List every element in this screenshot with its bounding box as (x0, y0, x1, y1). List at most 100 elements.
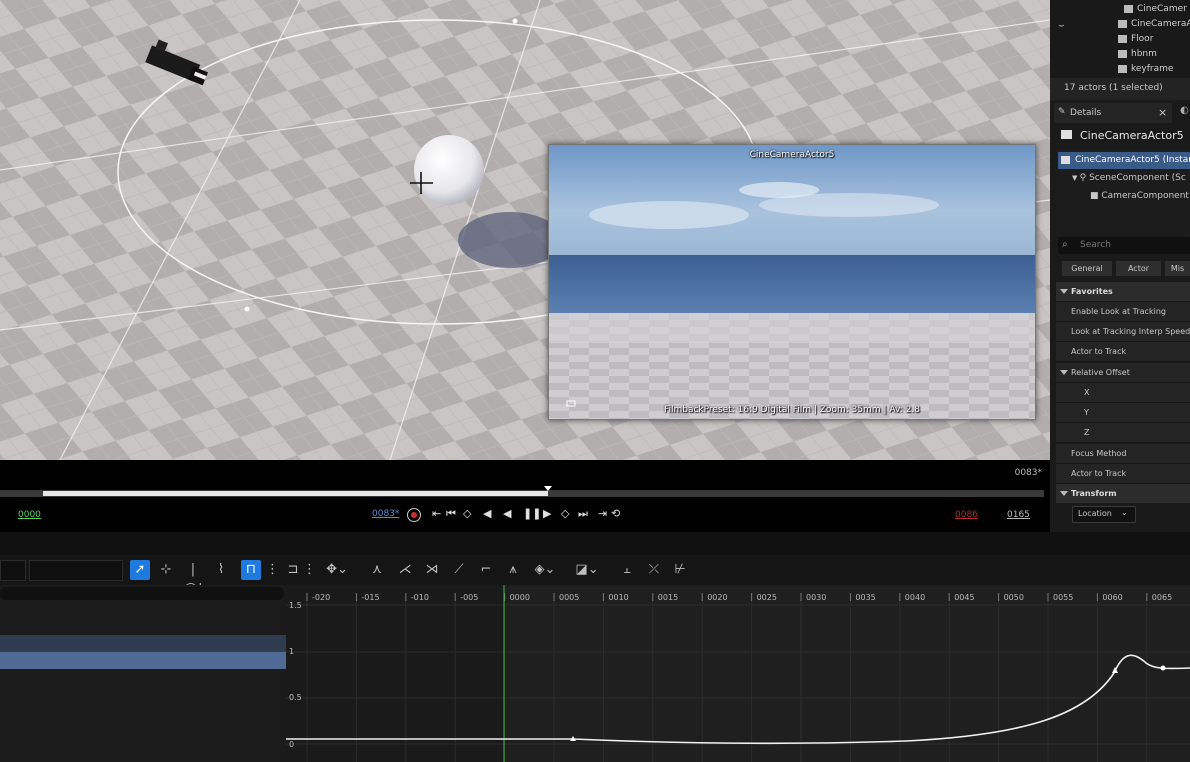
globe-icon[interactable]: ◐ (1180, 105, 1190, 119)
property-row-x[interactable]: X (1056, 383, 1190, 403)
curve-filter-dropdown-icon[interactable]: ◈⌄ (530, 560, 560, 580)
filter-tab-misc[interactable]: Mis (1165, 261, 1190, 276)
outliner-item-label: keyframe (1131, 64, 1174, 74)
outliner-item[interactable]: CineCameraA (1118, 19, 1190, 29)
key-reduce-icon[interactable]: ⊬ (670, 560, 690, 580)
x-tick-label: -010 (411, 593, 429, 602)
pause-button[interactable]: ❚❚ (523, 507, 541, 521)
property-label: Relative Offset (1071, 368, 1130, 377)
step-back-button[interactable]: ◀︎ (483, 507, 491, 521)
category-favorites[interactable]: Favorites (1056, 282, 1190, 301)
property-row-relative-offset[interactable]: Relative Offset (1056, 363, 1190, 383)
property-row[interactable]: Focus Method (1056, 444, 1190, 464)
property-row[interactable]: Look at Tracking Interp Speed (1056, 322, 1190, 342)
jump-to-start-button[interactable]: ⇤ (432, 507, 441, 521)
tangent-break-icon[interactable]: ⋊ (422, 560, 442, 580)
component-row-selected[interactable]: CineCameraActor5 (Instar (1058, 152, 1190, 169)
tangent-auto-icon[interactable]: ⋏ (367, 560, 387, 580)
jump-next-key-button[interactable]: ⏭ (578, 507, 588, 521)
prev-key-button[interactable]: ◇ (463, 507, 471, 521)
property-row[interactable]: Actor to Track (1056, 342, 1190, 362)
outliner-item[interactable]: Floor (1118, 34, 1153, 44)
toolbar-combo[interactable] (29, 560, 123, 581)
select-tool-icon[interactable]: ➚ (130, 560, 150, 580)
close-tab-button[interactable]: × (1158, 106, 1167, 119)
toolbar-field[interactable] (0, 560, 26, 581)
next-key-button[interactable]: ◇ (561, 507, 569, 521)
scrub-bar[interactable] (0, 486, 1044, 497)
frame-selection-icon[interactable]: ⊐ (283, 560, 303, 580)
cube-icon (1118, 64, 1127, 73)
tree-row[interactable] (0, 635, 286, 652)
curve-visibility-dropdown-icon[interactable]: ◪⌄ (572, 560, 602, 580)
camera-icon (1124, 4, 1133, 13)
tangent-constant-icon[interactable]: ⌐ (476, 560, 496, 580)
panel-gap-right (1050, 532, 1190, 555)
x-tick-label: -005 (460, 593, 478, 602)
filter-tab-actor[interactable]: Actor (1116, 261, 1161, 276)
tree-search-bar[interactable] (0, 587, 284, 600)
actor-name: CineCameraActor5 (1080, 129, 1184, 142)
x-tick-label: -020 (312, 593, 330, 602)
component-row[interactable]: ■ CameraComponent (1090, 191, 1189, 201)
level-viewport[interactable]: CineCameraActor5 FilmbackPreset: 16:9 Di… (0, 0, 1050, 460)
property-label: Enable Look at Tracking (1071, 307, 1166, 316)
playhead-marker[interactable] (544, 486, 552, 491)
tab-details[interactable]: ✎ Details × (1054, 103, 1172, 123)
outliner-item[interactable]: CineCamer (1124, 4, 1187, 14)
current-frame-field[interactable]: 0083* (372, 509, 399, 519)
loop-button[interactable]: ⟲ (611, 507, 620, 521)
move-tool-dropdown-icon[interactable]: ✥⌄ (322, 560, 352, 580)
actor-icon (1061, 156, 1070, 164)
curve-graph-canvas: -020 -015 -010 -005 0000 0005 0010 0015 0020 0025… (286, 585, 1190, 762)
sequencer-timeline: 0083* 0000 0083* ⇤ ⏮ ◇ ◀︎ ◀ ❚❚ ▶︎ ◇ ⏭ ⇥ … (0, 460, 1050, 532)
tangent-weighted-icon[interactable]: ⩚ (503, 560, 523, 580)
curve-editor-toolbar: ➚ ⊹ |◯| ⌇ ⊓ ⋮ ⊐ ⋮ ✥⌄ ⋏ ⋌ ⋊ ⟋ ⌐ ⩚ ◈⌄ ◪⌄ ⫠… (0, 555, 1190, 597)
outliner-item[interactable]: keyframe (1118, 64, 1173, 74)
property-row[interactable]: Enable Look at Tracking (1056, 302, 1190, 322)
property-row-z[interactable]: Z (1056, 423, 1190, 443)
property-label: Focus Method (1071, 449, 1127, 458)
right-panel: ⌣ CineCamer CineCameraA Floor hbnm keyfr… (1050, 0, 1190, 532)
collapse-chevron-icon[interactable]: ⌣ (1058, 20, 1065, 31)
keyframe-marker (1160, 665, 1166, 671)
retime-tool-icon[interactable]: |◯| (183, 560, 203, 597)
end-marker-field[interactable]: 0086 (955, 510, 978, 520)
jump-to-end-button[interactable]: ⇥ (598, 507, 607, 521)
record-button[interactable] (407, 508, 421, 522)
property-row[interactable]: Actor to Track (1056, 464, 1190, 484)
outliner-list: ⌣ CineCamer CineCameraA Floor hbnm keyfr… (1050, 0, 1190, 78)
tree-row-selected[interactable] (0, 652, 286, 669)
flatten-tangents-icon[interactable]: ⫠ (617, 560, 637, 580)
location-dropdown[interactable]: Location ⌄ (1072, 506, 1136, 523)
property-row-y[interactable]: Y (1056, 403, 1190, 423)
start-frame-field[interactable]: 0000 (18, 510, 41, 520)
outliner-item-label: hbnm (1131, 49, 1157, 59)
tangent-user-icon[interactable]: ⋌ (395, 560, 415, 580)
property-label: Look at Tracking Interp Speed (1071, 327, 1190, 336)
details-search[interactable]: ⌕ Search (1058, 237, 1190, 254)
curve-graph[interactable]: -020 -015 -010 -005 0000 0005 0010 0015 0020 0025… (286, 585, 1190, 762)
play-reverse-button[interactable]: ◀ (503, 507, 511, 521)
x-tick-label: 0045 (954, 593, 974, 602)
outliner-item[interactable]: hbnm (1118, 49, 1157, 59)
sphere-shadow (458, 212, 562, 268)
transform-tool-icon[interactable]: ⊹ (156, 560, 176, 580)
more-options-icon[interactable]: ⋮ (266, 560, 279, 580)
record-icon (411, 512, 417, 518)
component-label: SceneComponent (Sc (1089, 173, 1186, 183)
tangent-linear-icon[interactable]: ⟋ (449, 560, 469, 580)
multi-scale-tool-icon[interactable]: ⌇ (211, 560, 231, 580)
straighten-tangents-icon[interactable]: ⤫ (644, 560, 664, 580)
end-frame-field[interactable]: 0165 (1007, 510, 1030, 520)
component-row[interactable]: ▼ ⚲ SceneComponent (Sc (1072, 173, 1186, 183)
panel-gap (0, 532, 1050, 555)
preview-camera-label: CineCameraActor5 (749, 150, 835, 160)
snap-tool-icon[interactable]: ⊓ (241, 560, 261, 580)
x-tick-label: 0060 (1102, 593, 1122, 602)
more-options-icon[interactable]: ⋮ (303, 560, 316, 580)
filter-tab-general[interactable]: General (1062, 261, 1112, 276)
jump-prev-key-button[interactable]: ⏮ (446, 507, 456, 521)
step-forward-button[interactable]: ▶︎ (543, 507, 551, 521)
category-transform[interactable]: Transform (1056, 484, 1190, 503)
